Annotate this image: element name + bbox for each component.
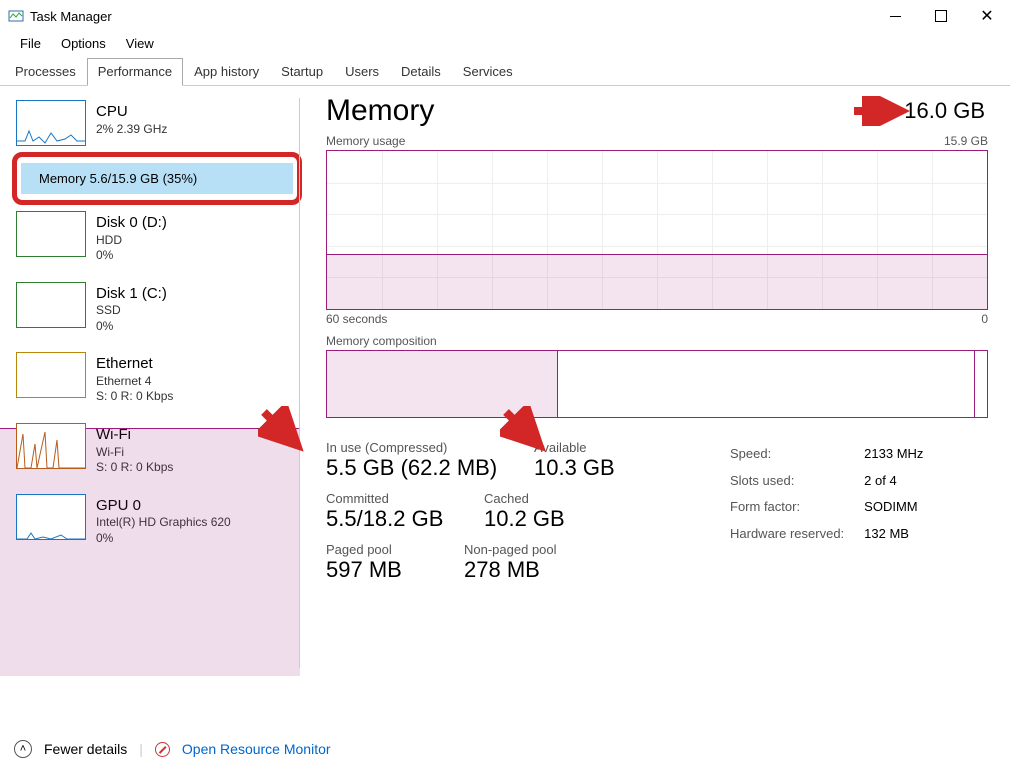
ethernet-sub2: S: 0 R: 0 Kbps	[96, 389, 173, 405]
tab-bar: Processes Performance App history Startu…	[0, 57, 1010, 86]
in-use-label: In use (Compressed)	[326, 440, 516, 455]
titlebar: Task Manager ✕	[0, 0, 1010, 32]
ethernet-thumb-icon	[16, 352, 86, 398]
committed-value: 5.5/18.2 GB	[326, 506, 466, 532]
ethernet-name: Ethernet	[96, 354, 173, 374]
composition-label: Memory composition	[326, 334, 988, 348]
fewer-details-button[interactable]: Fewer details	[44, 741, 127, 757]
cached-value: 10.2 GB	[484, 506, 565, 532]
disk0-name: Disk 0 (D:)	[96, 213, 167, 233]
slots-label: Slots used:	[730, 469, 862, 494]
tab-services[interactable]: Services	[452, 58, 524, 86]
slots-value: 2 of 4	[864, 469, 923, 494]
resource-monitor-icon	[155, 742, 170, 757]
wifi-thumb-icon	[16, 423, 86, 469]
usage-chart-label: Memory usage	[326, 134, 405, 148]
sidebar-item-ethernet[interactable]: Ethernet Ethernet 4 S: 0 R: 0 Kbps	[14, 346, 300, 411]
tab-users[interactable]: Users	[334, 58, 390, 86]
cpu-name: CPU	[96, 102, 167, 122]
nonpaged-value: 278 MB	[464, 557, 557, 583]
ethernet-sub: Ethernet 4	[96, 374, 173, 390]
committed-label: Committed	[326, 491, 466, 506]
tab-details[interactable]: Details	[390, 58, 452, 86]
disk0-thumb-icon	[16, 211, 86, 257]
memory-composition-chart	[326, 350, 988, 418]
sidebar-item-cpu[interactable]: CPU 2% 2.39 GHz	[14, 94, 300, 152]
disk1-sub: SSD	[96, 303, 167, 319]
sidebar-item-disk0[interactable]: Disk 0 (D:) HDD 0%	[14, 205, 300, 270]
reserved-value: 132 MB	[864, 522, 923, 547]
maximize-button[interactable]	[918, 0, 964, 32]
chevron-up-icon: ˄	[14, 740, 32, 758]
page-title: Memory	[326, 94, 988, 128]
app-icon	[8, 8, 24, 24]
total-memory: 16.0 GB	[904, 98, 985, 124]
cpu-thumb-icon	[16, 100, 86, 146]
in-use-value: 5.5 GB (62.2 MB)	[326, 455, 516, 481]
gpu-thumb-icon	[16, 494, 86, 540]
form-label: Form factor:	[730, 495, 862, 520]
menu-file[interactable]: File	[10, 34, 51, 53]
content: CPU 2% 2.39 GHz Memory 5.6/15.9 GB (35%)…	[0, 86, 1010, 676]
cpu-sub: 2% 2.39 GHz	[96, 122, 167, 138]
cached-label: Cached	[484, 491, 565, 506]
available-label: Available	[534, 440, 615, 455]
disk0-sub: HDD	[96, 233, 167, 249]
speed-value: 2133 MHz	[864, 442, 923, 467]
memory-name: Memory	[39, 171, 86, 186]
open-resource-monitor-link[interactable]: Open Resource Monitor	[182, 741, 331, 757]
paged-value: 597 MB	[326, 557, 446, 583]
menu-options[interactable]: Options	[51, 34, 116, 53]
window-title: Task Manager	[30, 9, 112, 24]
sidebar-item-memory[interactable]: Memory 5.6/15.9 GB (35%)	[21, 163, 293, 194]
memory-sub: 5.6/15.9 GB (35%)	[90, 171, 198, 186]
paged-label: Paged pool	[326, 542, 446, 557]
disk1-name: Disk 1 (C:)	[96, 284, 167, 304]
menu-view[interactable]: View	[116, 34, 164, 53]
tab-processes[interactable]: Processes	[4, 58, 87, 86]
annotation-highlight-memory: Memory 5.6/15.9 GB (35%)	[12, 152, 302, 205]
disk1-sub2: 0%	[96, 319, 167, 335]
speed-label: Speed:	[730, 442, 862, 467]
tab-startup[interactable]: Startup	[270, 58, 334, 86]
sidebar: CPU 2% 2.39 GHz Memory 5.6/15.9 GB (35%)…	[0, 86, 300, 676]
window-controls: ✕	[872, 0, 1010, 32]
minimize-button[interactable]	[872, 0, 918, 32]
usage-chart-max: 15.9 GB	[944, 134, 988, 148]
tab-app-history[interactable]: App history	[183, 58, 270, 86]
stats-area: In use (Compressed) 5.5 GB (62.2 MB) Ava…	[326, 440, 988, 593]
available-value: 10.3 GB	[534, 455, 615, 481]
memory-usage-chart	[326, 150, 988, 310]
main-panel: Memory 16.0 GB Memory usage 15.9 GB 60 s…	[300, 86, 1010, 676]
reserved-label: Hardware reserved:	[730, 522, 862, 547]
tab-performance[interactable]: Performance	[87, 58, 183, 86]
sidebar-item-disk1[interactable]: Disk 1 (C:) SSD 0%	[14, 276, 300, 341]
footer: ˄ Fewer details | Open Resource Monitor	[14, 740, 331, 758]
nonpaged-label: Non-paged pool	[464, 542, 557, 557]
menubar: File Options View	[0, 32, 1010, 57]
form-value: SODIMM	[864, 495, 923, 520]
time-axis-right: 0	[981, 312, 988, 326]
disk1-thumb-icon	[16, 282, 86, 328]
close-button[interactable]: ✕	[964, 0, 1010, 32]
time-axis-left: 60 seconds	[326, 312, 387, 326]
disk0-sub2: 0%	[96, 248, 167, 264]
